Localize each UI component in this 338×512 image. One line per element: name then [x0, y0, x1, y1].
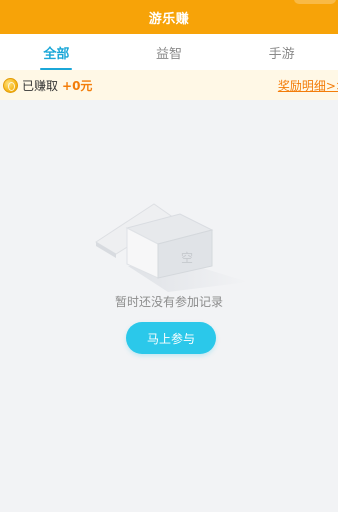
- status-bar-fragment: [294, 0, 336, 4]
- empty-message: 暂时还没有参加记录: [114, 295, 223, 309]
- join-now-button[interactable]: 马上参与: [126, 322, 216, 354]
- page-title: 游乐赚: [148, 11, 190, 27]
- tab-puzzle[interactable]: 益智: [113, 34, 226, 70]
- empty-box-illustration: 空: [92, 196, 248, 292]
- box-mark: 空: [181, 251, 193, 265]
- reward-details-link[interactable]: 奖励明细>>: [278, 70, 338, 100]
- empty-box-icon: 空: [95, 203, 248, 292]
- earned-label: 已赚取: [22, 78, 59, 93]
- earned-amount: +0元: [62, 78, 93, 93]
- coin-icon: [3, 77, 18, 93]
- tab-all[interactable]: 全部: [0, 34, 113, 70]
- category-tabs: 全部 益智 手游: [0, 34, 338, 70]
- top-header: 游乐赚: [0, 0, 338, 34]
- app-screen: 游乐赚 全部 益智 手游 已赚取 +0元 奖励明细>> 空: [0, 0, 338, 512]
- tab-mobile-games[interactable]: 手游: [225, 34, 338, 70]
- earnings-bar: 已赚取 +0元 奖励明细>>: [0, 70, 338, 100]
